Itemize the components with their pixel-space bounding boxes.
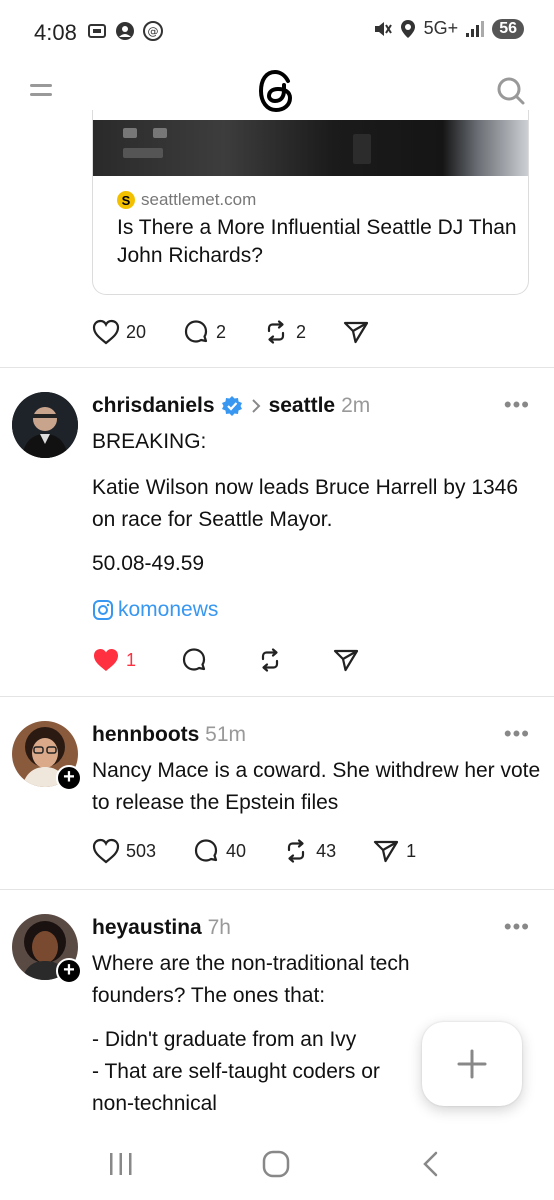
home-icon[interactable] — [262, 1150, 290, 1183]
post-line: 50.08-49.59 — [92, 552, 205, 575]
post-line: Katie Wilson now leads Bruce Harrell by … — [92, 476, 519, 531]
share-button[interactable] — [342, 318, 370, 346]
menu-icon[interactable] — [30, 81, 54, 104]
repost-button[interactable]: 2 — [262, 318, 306, 346]
follow-plus-icon[interactable]: + — [56, 765, 82, 791]
repost-button[interactable] — [256, 646, 284, 674]
more-options-icon[interactable]: ••• — [504, 721, 530, 747]
reply-button[interactable] — [180, 646, 208, 674]
search-icon[interactable] — [496, 76, 526, 111]
reply-count: 2 — [216, 321, 227, 342]
image-detail — [153, 128, 167, 138]
threads-notification-icon: @ — [143, 21, 163, 41]
username[interactable]: hennboots — [92, 723, 199, 746]
post-line: BREAKING: — [92, 430, 207, 453]
repost-count: 43 — [316, 840, 337, 861]
post-header: chrisdaniels seattle 2m — [92, 394, 370, 418]
like-count: 20 — [126, 321, 147, 342]
post-text: Nancy Mace is a coward. She withdrew her… — [92, 759, 541, 814]
chevron-right-icon — [251, 399, 260, 413]
share-button[interactable]: 1 — [372, 837, 416, 865]
username[interactable]: heyaustina — [92, 916, 202, 939]
repost-icon — [261, 648, 279, 672]
repost-count: 2 — [296, 321, 307, 342]
post-list-item: - Didn't graduate from an Ivy — [92, 1028, 357, 1051]
post-actions: 503 40 43 1 — [92, 837, 416, 865]
link-title: Is There a More Influential Seattle DJ T… — [117, 216, 517, 267]
reply-count: 40 — [226, 840, 247, 861]
battery-indicator: 56 — [492, 18, 524, 39]
mute-icon — [374, 21, 392, 36]
status-notification-icons: @ — [86, 20, 164, 42]
comment-icon — [194, 839, 218, 862]
link-domain: seattlemet.com — [141, 190, 257, 209]
avatar[interactable] — [12, 392, 78, 458]
send-icon — [333, 649, 359, 672]
link-handle: komonews — [118, 598, 219, 621]
image-detail — [123, 148, 163, 158]
more-options-icon[interactable]: ••• — [504, 914, 530, 940]
status-system-icons: 5G+ 56 — [372, 18, 524, 39]
compose-button[interactable] — [422, 1022, 522, 1106]
share-count: 1 — [406, 840, 417, 861]
username[interactable]: chrisdaniels — [92, 394, 215, 418]
heart-icon — [92, 319, 120, 345]
back-icon[interactable] — [420, 1150, 442, 1183]
share-button[interactable] — [332, 646, 360, 674]
post-chrisdaniels: chrisdaniels seattle 2m ••• BREAKING: Ka… — [0, 368, 554, 696]
like-count: 503 — [126, 840, 157, 861]
post-time: 51m — [205, 723, 247, 746]
instagram-icon — [93, 600, 113, 620]
link-domain-row: S seattlemet.com — [117, 190, 256, 210]
recent-apps-icon[interactable] — [108, 1152, 134, 1181]
reply-button[interactable]: 2 — [182, 318, 226, 346]
plus-icon — [457, 1049, 487, 1079]
repost-icon — [287, 839, 305, 863]
like-button[interactable]: 20 — [92, 319, 146, 345]
post-list-item: - That are self-taught coders or non-tec… — [92, 1060, 380, 1115]
link-preview-card[interactable]: S seattlemet.com Is There a More Influen… — [92, 110, 529, 295]
account-icon — [116, 22, 134, 40]
signal-icon — [466, 20, 485, 37]
instagram-link[interactable]: komonews — [92, 594, 542, 626]
screenshot-icon — [88, 24, 106, 38]
reply-button[interactable]: 40 — [192, 837, 246, 865]
more-options-icon[interactable]: ••• — [504, 392, 530, 418]
heart-icon — [92, 838, 120, 864]
post-header: hennboots 51m — [92, 723, 246, 747]
link-preview-image — [93, 120, 528, 176]
status-time: 4:08 — [34, 20, 77, 45]
verified-badge-icon — [221, 396, 242, 416]
network-type: 5G+ — [423, 18, 459, 38]
post-actions: 20 2 2 — [92, 318, 370, 346]
send-icon — [374, 840, 399, 863]
svg-text:@: @ — [148, 25, 159, 38]
post-time: 7h — [207, 916, 231, 939]
community-name[interactable]: seattle — [269, 394, 336, 418]
heart-filled-icon — [94, 649, 118, 671]
post-actions: 1 — [92, 646, 360, 674]
image-detail — [123, 128, 137, 138]
post-hennboots: + hennboots 51m ••• Nancy Mace is a cowa… — [0, 697, 554, 889]
like-button[interactable]: 1 — [92, 647, 136, 673]
post-header: heyaustina 7h — [92, 916, 231, 940]
post-text: Where are the non-traditional tech found… — [92, 952, 410, 1007]
status-bar: 4:08 @ 5G+ 56 — [0, 0, 554, 62]
like-button[interactable]: 503 — [92, 838, 156, 864]
repost-button[interactable]: 43 — [282, 837, 336, 865]
image-detail — [353, 134, 371, 164]
location-icon — [400, 19, 415, 38]
like-count: 1 — [126, 649, 137, 670]
site-favicon: S — [117, 191, 135, 209]
system-navigation-bar — [0, 1124, 554, 1200]
post-time: 2m — [341, 394, 371, 417]
send-icon — [343, 321, 369, 344]
comment-icon — [184, 320, 208, 343]
follow-plus-icon[interactable]: + — [56, 958, 82, 984]
repost-icon — [267, 320, 285, 344]
comment-icon — [182, 648, 206, 671]
